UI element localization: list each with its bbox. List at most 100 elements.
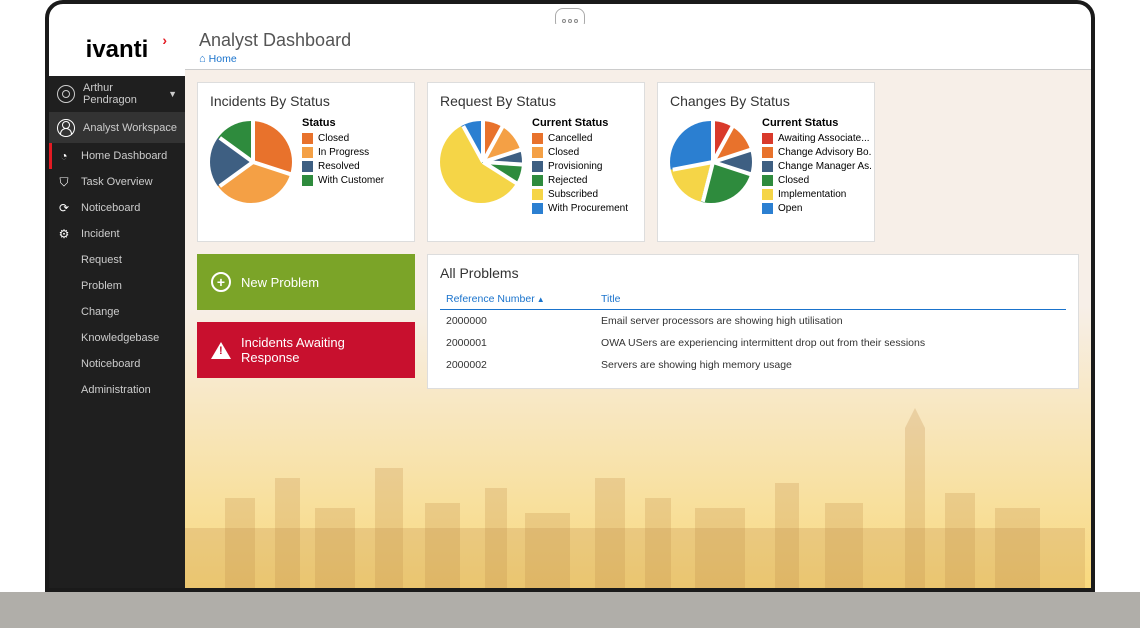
sidebar-item-noticeboard[interactable]: Noticeboard <box>49 351 185 377</box>
pie-chart <box>440 121 522 203</box>
workspace-label: Analyst Workspace <box>83 122 177 135</box>
chart-body: Current StatusCancelledClosedProvisionin… <box>440 117 632 217</box>
sidebar-item-home-dashboard[interactable]: ◔ Home Dashboard <box>49 143 185 169</box>
refresh-icon: ⟳ <box>57 201 71 215</box>
legend-item: Cancelled <box>532 133 628 144</box>
legend-item: Provisioning <box>532 161 628 172</box>
sidebar-item-knowledgebase[interactable]: Knowledgebase <box>49 325 185 351</box>
sidebar-item-problem[interactable]: Problem <box>49 273 185 299</box>
legend-item: Implementation <box>762 189 872 200</box>
legend-label: Awaiting Associate... <box>778 133 870 144</box>
legend-title: Current Status <box>762 117 872 129</box>
sidebar-item-noticeboard[interactable]: ⟳ Noticeboard <box>49 195 185 221</box>
legend-swatch <box>532 147 543 158</box>
sidebar-item-administration[interactable]: Administration <box>49 377 185 403</box>
legend-label: Rejected <box>548 175 587 186</box>
cell-title: Servers are showing high memory usage <box>595 354 1066 376</box>
legend-swatch <box>762 133 773 144</box>
legend-swatch <box>532 133 543 144</box>
legend-label: Subscribed <box>548 189 598 200</box>
pie-chart <box>210 121 292 203</box>
chart-legend: Current StatusCancelledClosedProvisionin… <box>532 117 628 217</box>
legend-label: With Customer <box>318 175 384 186</box>
warning-icon <box>211 342 231 359</box>
plus-circle-icon: + <box>211 272 231 292</box>
legend-label: Open <box>778 203 802 214</box>
sidebar-item-incident[interactable]: ⚙Incident <box>49 221 185 247</box>
sidebar-item-label: Noticeboard <box>81 202 140 214</box>
legend-swatch <box>302 161 313 172</box>
sidebar-item-label: Problem <box>81 280 122 292</box>
legend-label: Change Manager As... <box>778 161 872 172</box>
legend-item: In Progress <box>302 147 384 158</box>
legend-item: Closed <box>302 133 384 144</box>
user-last: Pendragon <box>83 94 137 106</box>
legend-item: With Procurement <box>532 203 628 214</box>
workspace-selector[interactable]: Analyst Workspace <box>49 113 185 143</box>
gear-icon: ⚙ <box>57 227 71 241</box>
blank-icon <box>57 253 71 267</box>
new-problem-label: New Problem <box>241 275 319 290</box>
col-header-ref[interactable]: Reference Number▲ <box>440 289 595 310</box>
breadcrumb[interactable]: ⌂ Home <box>199 53 1077 65</box>
col-header-title[interactable]: Title <box>595 289 1066 310</box>
legend-label: Change Advisory Bo... <box>778 147 872 158</box>
sidebar-item-request[interactable]: Request <box>49 247 185 273</box>
sidebar-item-label: Request <box>81 254 122 266</box>
legend-label: Resolved <box>318 161 360 172</box>
sidebar-item-task-overview[interactable]: ⛉Task Overview <box>49 169 185 195</box>
legend-item: Closed <box>532 147 628 158</box>
new-problem-tile[interactable]: + New Problem <box>197 254 415 310</box>
chart-card-2: Changes By StatusCurrent StatusAwaiting … <box>657 82 875 242</box>
legend-swatch <box>532 189 543 200</box>
all-problems-title: All Problems <box>440 265 1066 281</box>
chart-card-1: Request By StatusCurrent StatusCancelled… <box>427 82 645 242</box>
blank-icon <box>57 383 71 397</box>
skyline-decoration <box>185 408 1085 588</box>
problems-table: Reference Number▲ Title 2000000Email ser… <box>440 289 1066 376</box>
legend-label: Provisioning <box>548 161 602 172</box>
topbar: Analyst Dashboard ⌂ Home <box>185 24 1091 70</box>
sidebar-item-label: Change <box>81 306 120 318</box>
dashboard-content: Incidents By StatusStatusClosedIn Progre… <box>185 70 1091 401</box>
sidebar-item-label: Home Dashboard <box>81 150 167 162</box>
charts-row: Incidents By StatusStatusClosedIn Progre… <box>197 82 875 242</box>
table-row[interactable]: 2000000Email server processors are showi… <box>440 310 1066 333</box>
sidebar-item-label: Noticeboard <box>81 358 140 370</box>
brand-logo[interactable]: ivanti › <box>49 24 185 76</box>
legend-label: Cancelled <box>548 133 592 144</box>
legend-swatch <box>762 203 773 214</box>
main-content: Analyst Dashboard ⌂ Home Incidents By St… <box>185 24 1091 588</box>
legend-swatch <box>532 175 543 186</box>
sidebar-item-change[interactable]: Change <box>49 299 185 325</box>
legend-swatch <box>302 147 313 158</box>
table-row[interactable]: 2000002Servers are showing high memory u… <box>440 354 1066 376</box>
user-menu[interactable]: Arthur Pendragon ▼ <box>49 76 185 113</box>
sidebar-item-label: Administration <box>81 384 151 396</box>
legend-item: Change Manager As... <box>762 161 872 172</box>
chart-body: StatusClosedIn ProgressResolvedWith Cust… <box>210 117 402 203</box>
legend-label: Closed <box>548 147 579 158</box>
legend-item: Subscribed <box>532 189 628 200</box>
legend-label: In Progress <box>318 147 369 158</box>
actions-column: + New Problem Incidents Awaiting Respons… <box>197 254 415 389</box>
legend-item: Closed <box>762 175 872 186</box>
legend-item: Open <box>762 203 872 214</box>
table-row[interactable]: 2000001OWA USers are experiencing interm… <box>440 332 1066 354</box>
incidents-awaiting-tile[interactable]: Incidents Awaiting Response <box>197 322 415 378</box>
brand-accent-icon: › <box>162 32 167 48</box>
legend-item: Resolved <box>302 161 384 172</box>
chart-legend: Current Status Awaiting Associate... Chang… <box>762 117 872 217</box>
cell-ref: 2000001 <box>440 332 595 354</box>
chart-legend: StatusClosedIn ProgressResolvedWith Cust… <box>302 117 384 203</box>
legend-label: With Procurement <box>548 203 628 214</box>
person-icon <box>57 119 75 137</box>
dashboard-icon: ◔ <box>57 149 71 163</box>
avatar-icon <box>57 85 75 103</box>
laptop-base <box>0 592 1140 628</box>
incidents-awaiting-label: Incidents Awaiting Response <box>241 335 401 365</box>
all-problems-card: All Problems Reference Number▲ Title 200… <box>427 254 1079 389</box>
legend-label: Closed <box>318 133 349 144</box>
legend-label: Implementation <box>778 189 846 200</box>
breadcrumb-home: Home <box>209 53 237 65</box>
